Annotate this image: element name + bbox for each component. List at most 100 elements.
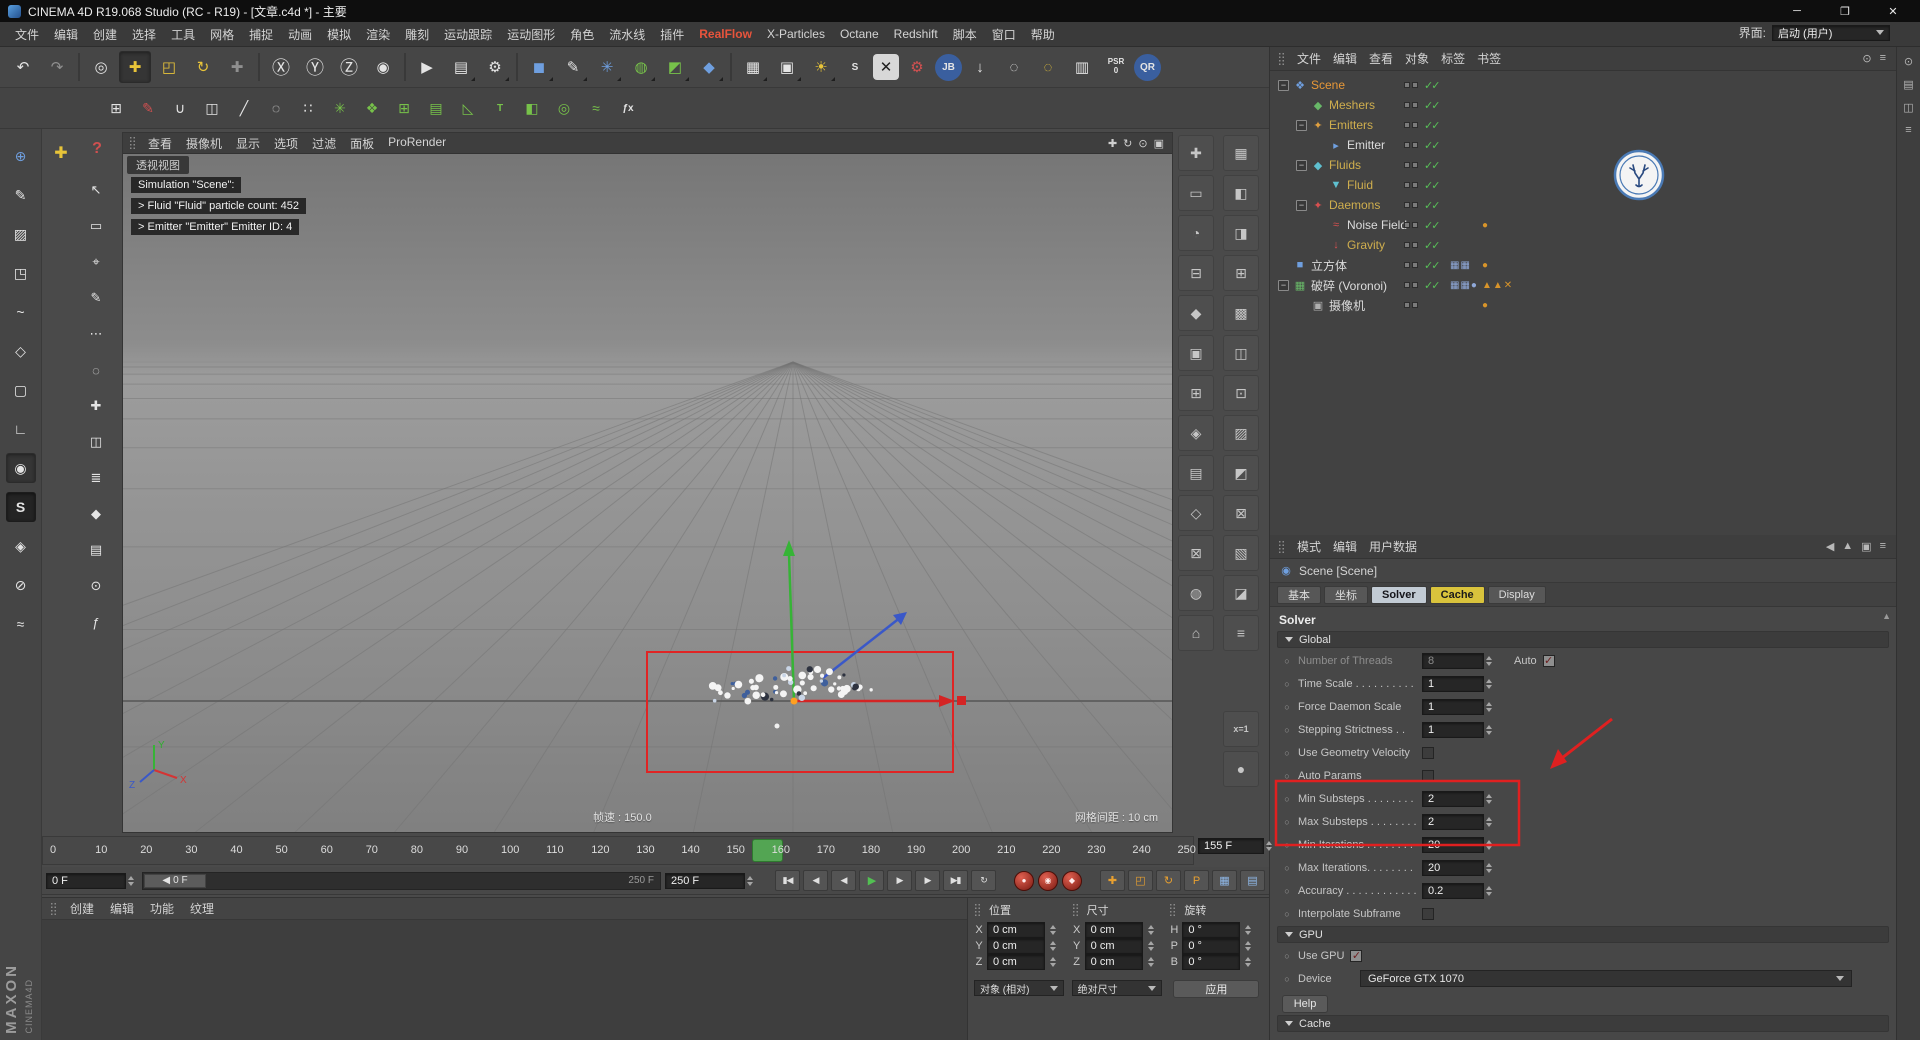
qr-plugin-icon[interactable]: QR: [1134, 54, 1161, 81]
render-view-icon[interactable]: ▶: [411, 51, 443, 83]
menu-mograph[interactable]: 运动图形: [500, 24, 562, 45]
timeline-tick[interactable]: 140: [681, 844, 699, 856]
key-scale-button[interactable]: ◰: [1128, 870, 1153, 891]
vp-menu-view[interactable]: 查看: [141, 134, 179, 153]
am-menu-icon[interactable]: ≡: [1880, 540, 1886, 553]
palette-a-icon-11[interactable]: ⊠: [1178, 535, 1214, 571]
position-input[interactable]: 0 cm: [987, 938, 1045, 954]
timeline-tick[interactable]: 120: [591, 844, 609, 856]
anim-dot-icon[interactable]: ○: [1282, 840, 1292, 850]
enable-checkmark[interactable]: ✓✓: [1424, 259, 1438, 272]
anim-dot-icon[interactable]: ○: [1282, 886, 1292, 896]
vp-menu-options[interactable]: 选项: [267, 134, 305, 153]
current-frame-field[interactable]: 155 F: [1198, 838, 1276, 854]
rotation-input[interactable]: 0 °: [1182, 938, 1240, 954]
spinner-icon[interactable]: [1486, 860, 1496, 876]
keyframe-selection-button[interactable]: ◆: [1062, 871, 1082, 891]
grid-tool-icon[interactable]: ▤: [82, 536, 110, 564]
anim-dot-icon[interactable]: ○: [1282, 702, 1292, 712]
om-menu-objects[interactable]: 对象: [1399, 49, 1435, 68]
key-pla-button[interactable]: ▦: [1212, 870, 1237, 891]
boole-icon[interactable]: ⊞: [389, 93, 419, 123]
palette-a-icon-1[interactable]: ✚: [1178, 135, 1214, 171]
goto-start-button[interactable]: ▮◀: [775, 870, 800, 891]
visibility-toggles[interactable]: [1404, 82, 1418, 88]
mat-menu-function[interactable]: 功能: [143, 898, 181, 919]
menu-octane[interactable]: Octane: [833, 25, 886, 43]
tab-cache[interactable]: Cache: [1430, 586, 1485, 604]
anim-dot-icon[interactable]: ○: [1282, 951, 1292, 961]
scale-tool-icon[interactable]: ◰: [153, 51, 185, 83]
timeline-tick[interactable]: 50: [276, 844, 288, 856]
lock-x-axis-icon[interactable]: Ⓧ: [265, 51, 297, 83]
size-mode-dropdown[interactable]: 绝对尺寸: [1072, 980, 1162, 996]
vp-menu-panel[interactable]: 面板: [343, 134, 381, 153]
live-selection-icon[interactable]: ◎: [85, 51, 117, 83]
spinner-icon[interactable]: [1245, 922, 1255, 938]
value-field[interactable]: 20: [1422, 837, 1496, 853]
visibility-toggles[interactable]: [1404, 262, 1418, 268]
menu-plugins[interactable]: 插件: [653, 24, 691, 45]
axis-mode-icon[interactable]: ∟: [6, 414, 36, 444]
prev-key-button[interactable]: ◀: [803, 870, 828, 891]
panel-grip-icon[interactable]: [1278, 52, 1285, 66]
camera-icon[interactable]: ▣: [771, 51, 803, 83]
prev-frame-button[interactable]: ◀: [831, 870, 856, 891]
tab-coordinates[interactable]: 坐标: [1324, 586, 1368, 604]
om-menu-bookmarks[interactable]: 书签: [1471, 49, 1507, 68]
dots-tool-icon[interactable]: ⋯: [82, 320, 110, 348]
spinner-icon[interactable]: [1486, 791, 1496, 807]
menu-animate[interactable]: 动画: [281, 24, 319, 45]
am-menu-user-data[interactable]: 用户数据: [1363, 537, 1423, 556]
extrude-icon[interactable]: ◧: [517, 93, 547, 123]
om-menu-tags[interactable]: 标签: [1435, 49, 1471, 68]
menu-pipeline[interactable]: 流水线: [602, 24, 652, 45]
dynamics-icon[interactable]: ⚙: [901, 51, 933, 83]
palette-a-icon-13[interactable]: ⌂: [1178, 615, 1214, 651]
menu-redshift[interactable]: Redshift: [887, 25, 945, 43]
position-input[interactable]: 0 cm: [987, 954, 1045, 970]
drop-to-floor-icon[interactable]: ↓: [964, 51, 996, 83]
anim-dot-icon[interactable]: ○: [1282, 725, 1292, 735]
am-menu-edit[interactable]: 编辑: [1327, 537, 1363, 556]
workplane-icon[interactable]: ◳: [6, 258, 36, 288]
anim-dot-icon[interactable]: ○: [1282, 656, 1292, 666]
edge-panel-icon[interactable]: ◫: [1903, 101, 1913, 114]
select-arrow-icon[interactable]: ↖: [82, 176, 110, 204]
palette-a-icon-4[interactable]: ⊟: [1178, 255, 1214, 291]
vp-menu-display[interactable]: 显示: [229, 134, 267, 153]
spinner-icon[interactable]: [1486, 653, 1496, 669]
am-pin-icon[interactable]: ▣: [1861, 540, 1871, 553]
volume-icon[interactable]: ◆: [693, 51, 725, 83]
connect-icon[interactable]: ▤: [421, 93, 451, 123]
lock-icon[interactable]: ⊘: [6, 570, 36, 600]
anim-dot-icon[interactable]: ○: [1282, 748, 1292, 758]
enable-checkmark[interactable]: ✓✓: [1424, 199, 1438, 212]
palette-a-icon-3[interactable]: ◔: [1178, 215, 1214, 251]
value-field[interactable]: 2: [1422, 791, 1496, 807]
palette-a-icon-8[interactable]: ◈: [1178, 415, 1214, 451]
tree-item-noise-field[interactable]: ≈ Noise Field ✓✓ ●: [1270, 215, 1896, 235]
target-icon[interactable]: ⌖: [82, 248, 110, 276]
edge-grid-icon[interactable]: ▤: [1903, 78, 1913, 91]
menu-tools[interactable]: 工具: [164, 24, 202, 45]
auto-checkbox[interactable]: [1543, 655, 1555, 667]
field-sphere-icon[interactable]: ◌: [998, 51, 1030, 83]
render-picture-viewer-icon[interactable]: ▤: [445, 51, 477, 83]
spinner-icon[interactable]: [1050, 954, 1060, 970]
palette-b-icon-9[interactable]: ◩: [1223, 455, 1259, 491]
palette-b-icon-2[interactable]: ◧: [1223, 175, 1259, 211]
menu-realflow[interactable]: RealFlow: [692, 25, 759, 43]
timeline-tick[interactable]: 30: [185, 844, 197, 856]
timeline-tick[interactable]: 130: [636, 844, 654, 856]
floor-icon[interactable]: ▦: [737, 51, 769, 83]
visibility-toggles[interactable]: [1404, 142, 1418, 148]
visibility-toggles[interactable]: [1404, 162, 1418, 168]
edge-menu-icon[interactable]: ≡: [1905, 124, 1911, 136]
lock-z-axis-icon[interactable]: Ⓩ: [333, 51, 365, 83]
size-input[interactable]: 0 cm: [1085, 954, 1143, 970]
separator[interactable]: [730, 53, 732, 81]
spline-pen-icon[interactable]: ✎: [557, 51, 589, 83]
coordinate-mode-dropdown[interactable]: 对象 (相对): [974, 980, 1064, 996]
enable-checkmark[interactable]: ✓✓: [1424, 99, 1438, 112]
